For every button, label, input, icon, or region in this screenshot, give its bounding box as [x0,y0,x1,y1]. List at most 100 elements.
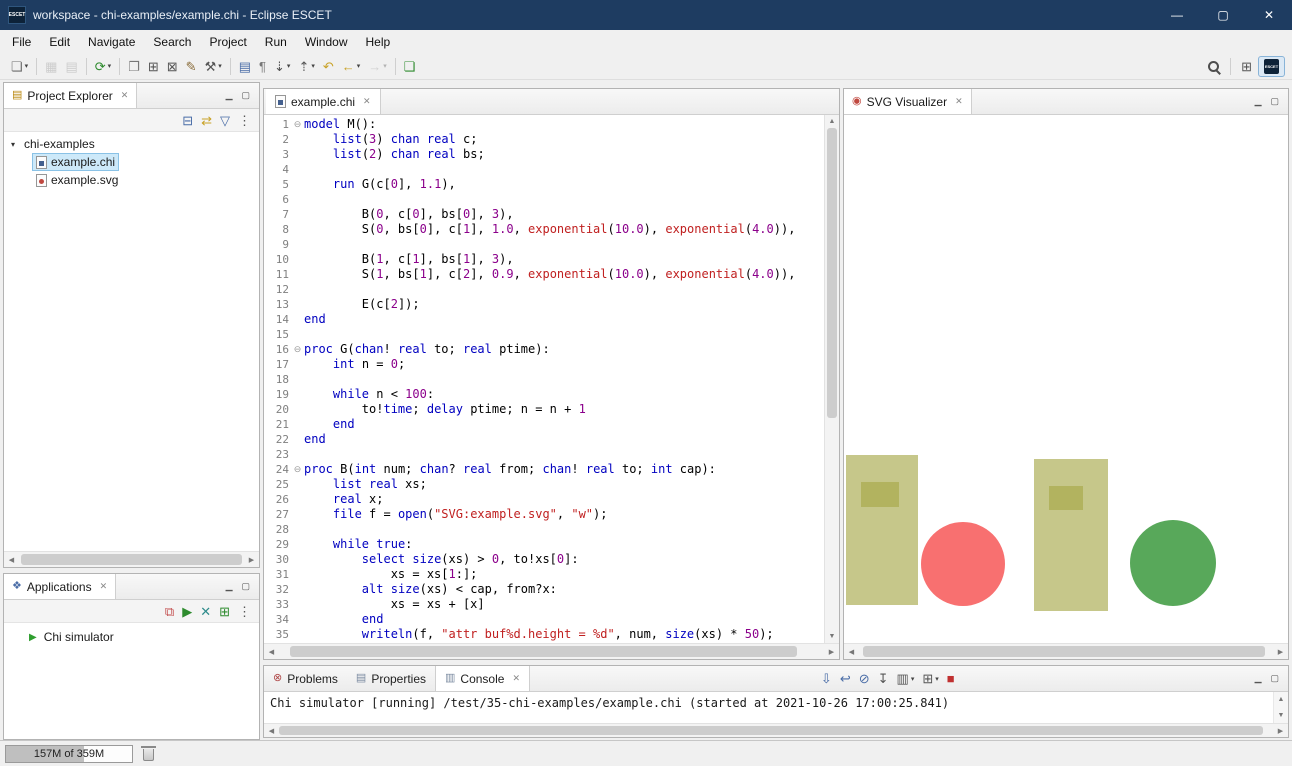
maximize-view-button[interactable]: ▢ [1270,673,1279,684]
scroll-track[interactable] [859,644,1273,659]
tree-item-file[interactable]: example.chi [4,153,259,171]
word-wrap-icon[interactable]: ↩ [837,670,854,687]
terminate-icon[interactable]: ■ [944,670,958,687]
format-icon[interactable]: ✎ [183,58,200,75]
pin-console-icon[interactable]: ↧ [875,670,892,687]
editor-vertical-scrollbar[interactable]: ▲ ▼ [824,115,839,643]
application-item[interactable]: ▶Chi simulator [4,623,259,644]
close-icon[interactable]: ✕ [955,96,963,107]
scroll-right-icon[interactable]: ▶ [244,556,259,564]
terminate-all-icon[interactable]: ✕ [197,603,214,620]
scroll-left-icon[interactable]: ◀ [264,727,279,735]
dropdown-arrow-icon[interactable]: ▾ [911,675,915,683]
add-icon[interactable]: ⊞ [145,58,162,75]
run-tool-icon[interactable]: ⟳▾ [92,58,114,75]
scroll-left-icon[interactable]: ◀ [844,648,859,656]
minimize-view-button[interactable]: ▁ [226,581,233,592]
tree-item-file[interactable]: example.svg [4,171,259,189]
dropdown-arrow-icon[interactable]: ▾ [25,62,29,70]
minimize-view-button[interactable]: ▁ [1255,673,1262,684]
svg-hscrollbar[interactable]: ◀ ▶ [844,643,1288,659]
dropdown-arrow-icon[interactable]: ▾ [383,62,387,70]
back-icon[interactable]: ←▾ [339,58,364,75]
tab-properties[interactable]: ▤Properties [347,666,435,691]
view-menu-icon[interactable]: ⋮ [235,112,254,129]
save-icon[interactable]: ▦ [42,58,60,75]
scroll-thumb[interactable] [863,646,1265,657]
outline-icon[interactable]: ▤ [236,58,254,75]
project-explorer-hscrollbar[interactable]: ◀ ▶ [4,551,259,567]
menu-project[interactable]: Project [200,32,255,52]
remove-terminated-icon[interactable]: ⧉ [162,603,177,620]
expand-all-icon[interactable]: ⊞ [216,603,233,620]
close-button[interactable]: ✕ [1246,0,1292,30]
fold-collapse-icon[interactable]: ⊖ [291,462,304,477]
remove-icon[interactable]: ⊠ [164,58,181,75]
tab-example-chi[interactable]: example.chi ✕ [266,89,381,114]
scroll-lock-icon[interactable]: ⇩ [818,670,835,687]
close-icon[interactable]: ✕ [100,581,108,592]
save-all-icon[interactable]: ▤ [62,58,80,75]
link-with-editor-icon[interactable]: ⇄ [198,112,215,129]
forward-icon[interactable]: →▾ [365,58,390,75]
dropdown-arrow-icon[interactable]: ▾ [287,62,291,70]
scroll-track[interactable] [279,644,824,659]
scroll-right-icon[interactable]: ▶ [1273,648,1288,656]
scroll-thumb[interactable] [21,554,242,565]
new-wizard-icon[interactable]: ❏▾ [8,58,31,75]
close-icon[interactable]: ✕ [512,673,520,684]
dropdown-arrow-icon[interactable]: ▾ [935,675,939,683]
scroll-track[interactable] [279,724,1273,737]
fold-collapse-icon[interactable]: ⊖ [291,117,304,132]
dropdown-arrow-icon[interactable]: ▾ [357,62,361,70]
menu-search[interactable]: Search [144,32,200,52]
minimize-view-button[interactable]: ▁ [1255,96,1262,107]
show-whitespace-icon[interactable]: ¶ [256,58,269,75]
scroll-down-icon[interactable]: ▼ [825,630,839,643]
start-icon[interactable]: ▶ [179,603,195,620]
previous-annotation-icon[interactable]: ⇡▾ [295,58,317,75]
scroll-thumb[interactable] [279,726,1263,735]
scroll-left-icon[interactable]: ◀ [4,556,19,564]
minimize-button[interactable]: — [1154,0,1200,30]
run-garbage-collector-icon[interactable] [143,749,154,761]
pin-editor-icon[interactable]: ❏ [401,58,419,75]
menu-window[interactable]: Window [296,32,357,52]
maximize-button[interactable]: ▢ [1200,0,1246,30]
open-console-icon[interactable]: ⊞▾ [919,670,941,687]
scroll-down-icon[interactable]: ▼ [1274,709,1288,722]
dropdown-arrow-icon[interactable]: ▾ [108,62,112,70]
build-icon[interactable]: ⚒▾ [202,58,225,75]
menu-help[interactable]: Help [357,32,400,52]
menu-file[interactable]: File [3,32,40,52]
scroll-up-icon[interactable]: ▲ [825,115,839,128]
maximize-view-button[interactable]: ▢ [241,90,250,101]
escet-perspective-button[interactable]: ESCET [1258,56,1285,77]
view-menu-icon[interactable]: ⋮ [235,603,254,620]
scroll-thumb[interactable] [290,646,797,657]
scroll-thumb[interactable] [827,128,837,418]
scroll-up-icon[interactable]: ▲ [1274,693,1288,706]
dropdown-arrow-icon[interactable]: ▾ [218,62,222,70]
menu-navigate[interactable]: Navigate [79,32,144,52]
console-vertical-scrollbar[interactable]: ▲ ▼ [1273,692,1288,723]
scroll-right-icon[interactable]: ▶ [1273,727,1288,735]
tab-applications[interactable]: ❖ Applications ✕ [4,574,116,599]
menu-edit[interactable]: Edit [40,32,79,52]
scroll-right-icon[interactable]: ▶ [824,648,839,656]
dropdown-arrow-icon[interactable]: ▾ [311,62,315,70]
filter-icon[interactable]: ▽ [217,112,233,129]
open-perspective-icon[interactable]: ⊞ [1238,58,1255,75]
minimize-view-button[interactable]: ▁ [226,90,233,101]
fold-collapse-icon[interactable]: ⊖ [291,342,304,357]
tab-console[interactable]: ▥Console✕ [435,666,530,691]
close-icon[interactable]: ✕ [363,96,371,107]
scroll-track[interactable] [19,552,244,567]
maximize-view-button[interactable]: ▢ [241,581,250,592]
clear-console-icon[interactable]: ⊘ [856,670,873,687]
console-hscrollbar[interactable]: ◀ ▶ [264,723,1288,737]
collapse-all-icon[interactable]: ⊟ [179,112,196,129]
search-icon[interactable] [1204,58,1223,75]
code-area[interactable]: 1⊖model M():2 list(3) chan real c;3 list… [264,115,824,643]
display-selected-console-icon[interactable]: ▥▾ [894,670,918,687]
